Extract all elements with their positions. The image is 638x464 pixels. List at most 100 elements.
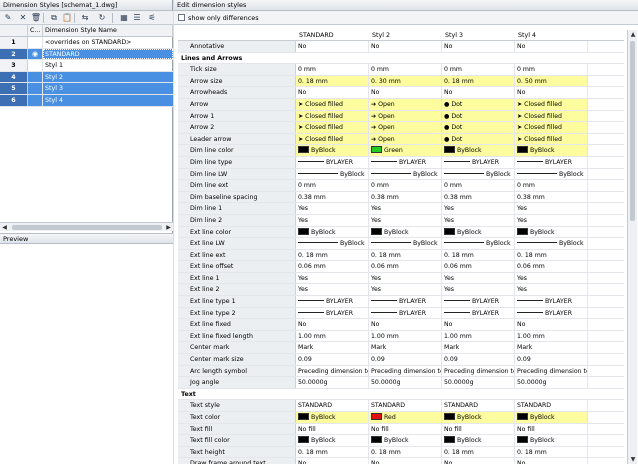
property-value-cell[interactable]: 0.09: [296, 354, 369, 365]
property-value-cell[interactable]: ByBlock: [369, 226, 442, 238]
property-value-cell[interactable]: Preceding dimension tex: [296, 365, 369, 377]
property-value-cell[interactable]: No: [369, 319, 442, 330]
property-value-cell[interactable]: Yes: [515, 214, 588, 226]
property-value-cell[interactable]: ➔ Open: [369, 133, 442, 145]
show-only-differences-checkbox[interactable]: [178, 14, 185, 21]
property-value-cell[interactable]: ➤ Closed filled: [296, 110, 369, 122]
property-value-cell[interactable]: Yes: [442, 284, 515, 296]
property-value-cell[interactable]: ➤ Closed filled: [296, 133, 369, 145]
property-value-cell[interactable]: BYLAYER: [515, 307, 588, 319]
style-row[interactable]: 5 Styl 3: [0, 83, 173, 95]
property-value-cell[interactable]: ➤ Closed filled: [515, 122, 588, 133]
copy-icon[interactable]: ⧉: [48, 12, 60, 24]
property-value-cell[interactable]: 0.09: [442, 354, 515, 365]
property-value-cell[interactable]: Yes: [369, 272, 442, 284]
property-value-cell[interactable]: 0. 18 mm: [442, 446, 515, 458]
property-value-cell[interactable]: BYLAYER: [369, 296, 442, 307]
property-value-cell[interactable]: Yes: [515, 284, 588, 296]
property-value-cell[interactable]: 0. 18 mm: [296, 446, 369, 458]
property-value-cell[interactable]: ByBlock: [442, 238, 515, 249]
property-value-cell[interactable]: No: [296, 41, 369, 52]
property-value-cell[interactable]: 0.38 mm: [442, 191, 515, 203]
property-value-cell[interactable]: 0. 18 mm: [369, 446, 442, 458]
property-value-cell[interactable]: ByBlock: [442, 226, 515, 238]
property-value-cell[interactable]: ByBlock: [515, 168, 588, 180]
set-current-icon[interactable]: ⇆: [79, 12, 91, 24]
property-value-cell[interactable]: 0.06 mm: [442, 261, 515, 272]
property-value-cell[interactable]: 0.06 mm: [296, 261, 369, 272]
property-value-cell[interactable]: 0 mm: [369, 64, 442, 75]
style-row[interactable]: 1 <overrides on STANDARD>: [0, 37, 173, 49]
paste-icon[interactable]: 📋: [61, 12, 73, 24]
property-value-cell[interactable]: ➤ Closed filled: [515, 133, 588, 145]
property-value-cell[interactable]: Red: [369, 412, 442, 423]
property-value-cell[interactable]: Preceding dimension tex: [442, 365, 515, 377]
property-value-cell[interactable]: ByBlock: [296, 238, 369, 249]
property-value-cell[interactable]: ● Dot: [442, 98, 515, 110]
property-value-cell[interactable]: 0.38 mm: [369, 191, 442, 203]
property-value-cell[interactable]: ➤ Closed filled: [515, 98, 588, 110]
property-value-cell[interactable]: 0.06 mm: [515, 261, 588, 272]
property-value-cell[interactable]: STANDARD: [296, 400, 369, 411]
property-value-cell[interactable]: 0. 50 mm: [515, 75, 588, 87]
property-value-cell[interactable]: ➤ Closed filled: [515, 110, 588, 122]
property-value-cell[interactable]: BYLAYER: [515, 296, 588, 307]
property-value-cell[interactable]: 1.00 mm: [296, 330, 369, 342]
property-value-cell[interactable]: No: [369, 41, 442, 52]
property-value-cell[interactable]: 0 mm: [296, 180, 369, 191]
property-value-cell[interactable]: Yes: [369, 203, 442, 214]
property-value-cell[interactable]: Yes: [442, 214, 515, 226]
property-value-cell[interactable]: BYLAYER: [442, 307, 515, 319]
property-value-cell[interactable]: 0. 18 mm: [515, 446, 588, 458]
list-view-icon[interactable]: ☰: [131, 12, 143, 24]
property-value-cell[interactable]: No: [442, 319, 515, 330]
property-value-cell[interactable]: Yes: [296, 214, 369, 226]
property-value-cell[interactable]: 0. 18 mm: [296, 249, 369, 261]
property-value-cell[interactable]: No: [515, 87, 588, 98]
property-value-cell[interactable]: No: [442, 458, 515, 464]
property-value-cell[interactable]: 0 mm: [296, 64, 369, 75]
style-row[interactable]: 6 Styl 4: [0, 94, 173, 107]
scroll-left-icon[interactable]: ◀: [0, 223, 9, 232]
property-value-cell[interactable]: 0 mm: [442, 180, 515, 191]
property-value-cell[interactable]: BYLAYER: [296, 307, 369, 319]
property-value-cell[interactable]: ByBlock: [442, 168, 515, 180]
name-column-header[interactable]: Dimension Style Name: [43, 25, 173, 37]
property-value-cell[interactable]: 0 mm: [442, 64, 515, 75]
property-value-cell[interactable]: 0. 18 mm: [442, 249, 515, 261]
property-value-cell[interactable]: 0.06 mm: [369, 261, 442, 272]
new-style-icon[interactable]: ✎: [2, 12, 14, 24]
property-value-cell[interactable]: Yes: [296, 284, 369, 296]
property-value-cell[interactable]: ByBlock: [442, 412, 515, 423]
property-value-cell[interactable]: Yes: [296, 272, 369, 284]
property-value-cell[interactable]: Green: [369, 145, 442, 156]
scroll-down-icon[interactable]: ▼: [628, 455, 638, 464]
property-value-cell[interactable]: Yes: [442, 203, 515, 214]
horizontal-scrollbar[interactable]: ◀ ▶: [0, 222, 173, 231]
property-value-cell[interactable]: No: [515, 41, 588, 52]
reload-icon[interactable]: ↻: [96, 12, 108, 24]
property-value-cell[interactable]: ByBlock: [515, 226, 588, 238]
property-value-cell[interactable]: No fill: [515, 423, 588, 435]
property-value-cell[interactable]: ➔ Open: [369, 110, 442, 122]
property-value-cell[interactable]: Mark: [515, 342, 588, 354]
filter-icon[interactable]: ⚟: [146, 12, 158, 24]
property-value-cell[interactable]: ByBlock: [369, 238, 442, 249]
current-column-header[interactable]: C...: [28, 25, 43, 37]
property-value-cell[interactable]: ● Dot: [442, 133, 515, 145]
property-value-cell[interactable]: 0. 18 mm: [369, 249, 442, 261]
property-value-cell[interactable]: 50.0000g: [296, 377, 369, 388]
property-value-cell[interactable]: ByBlock: [442, 435, 515, 446]
property-value-cell[interactable]: BYLAYER: [442, 296, 515, 307]
property-value-cell[interactable]: ByBlock: [296, 226, 369, 238]
property-value-cell[interactable]: 0.38 mm: [515, 191, 588, 203]
property-value-cell[interactable]: BYLAYER: [296, 156, 369, 168]
property-value-cell[interactable]: ByBlock: [515, 412, 588, 423]
property-value-cell[interactable]: ByBlock: [296, 412, 369, 423]
property-value-cell[interactable]: ● Dot: [442, 110, 515, 122]
property-value-cell[interactable]: 0.38 mm: [296, 191, 369, 203]
property-value-cell[interactable]: No: [515, 458, 588, 464]
property-value-cell[interactable]: Preceding dimension tex: [515, 365, 588, 377]
property-value-cell[interactable]: Mark: [369, 342, 442, 354]
property-value-cell[interactable]: No: [296, 458, 369, 464]
